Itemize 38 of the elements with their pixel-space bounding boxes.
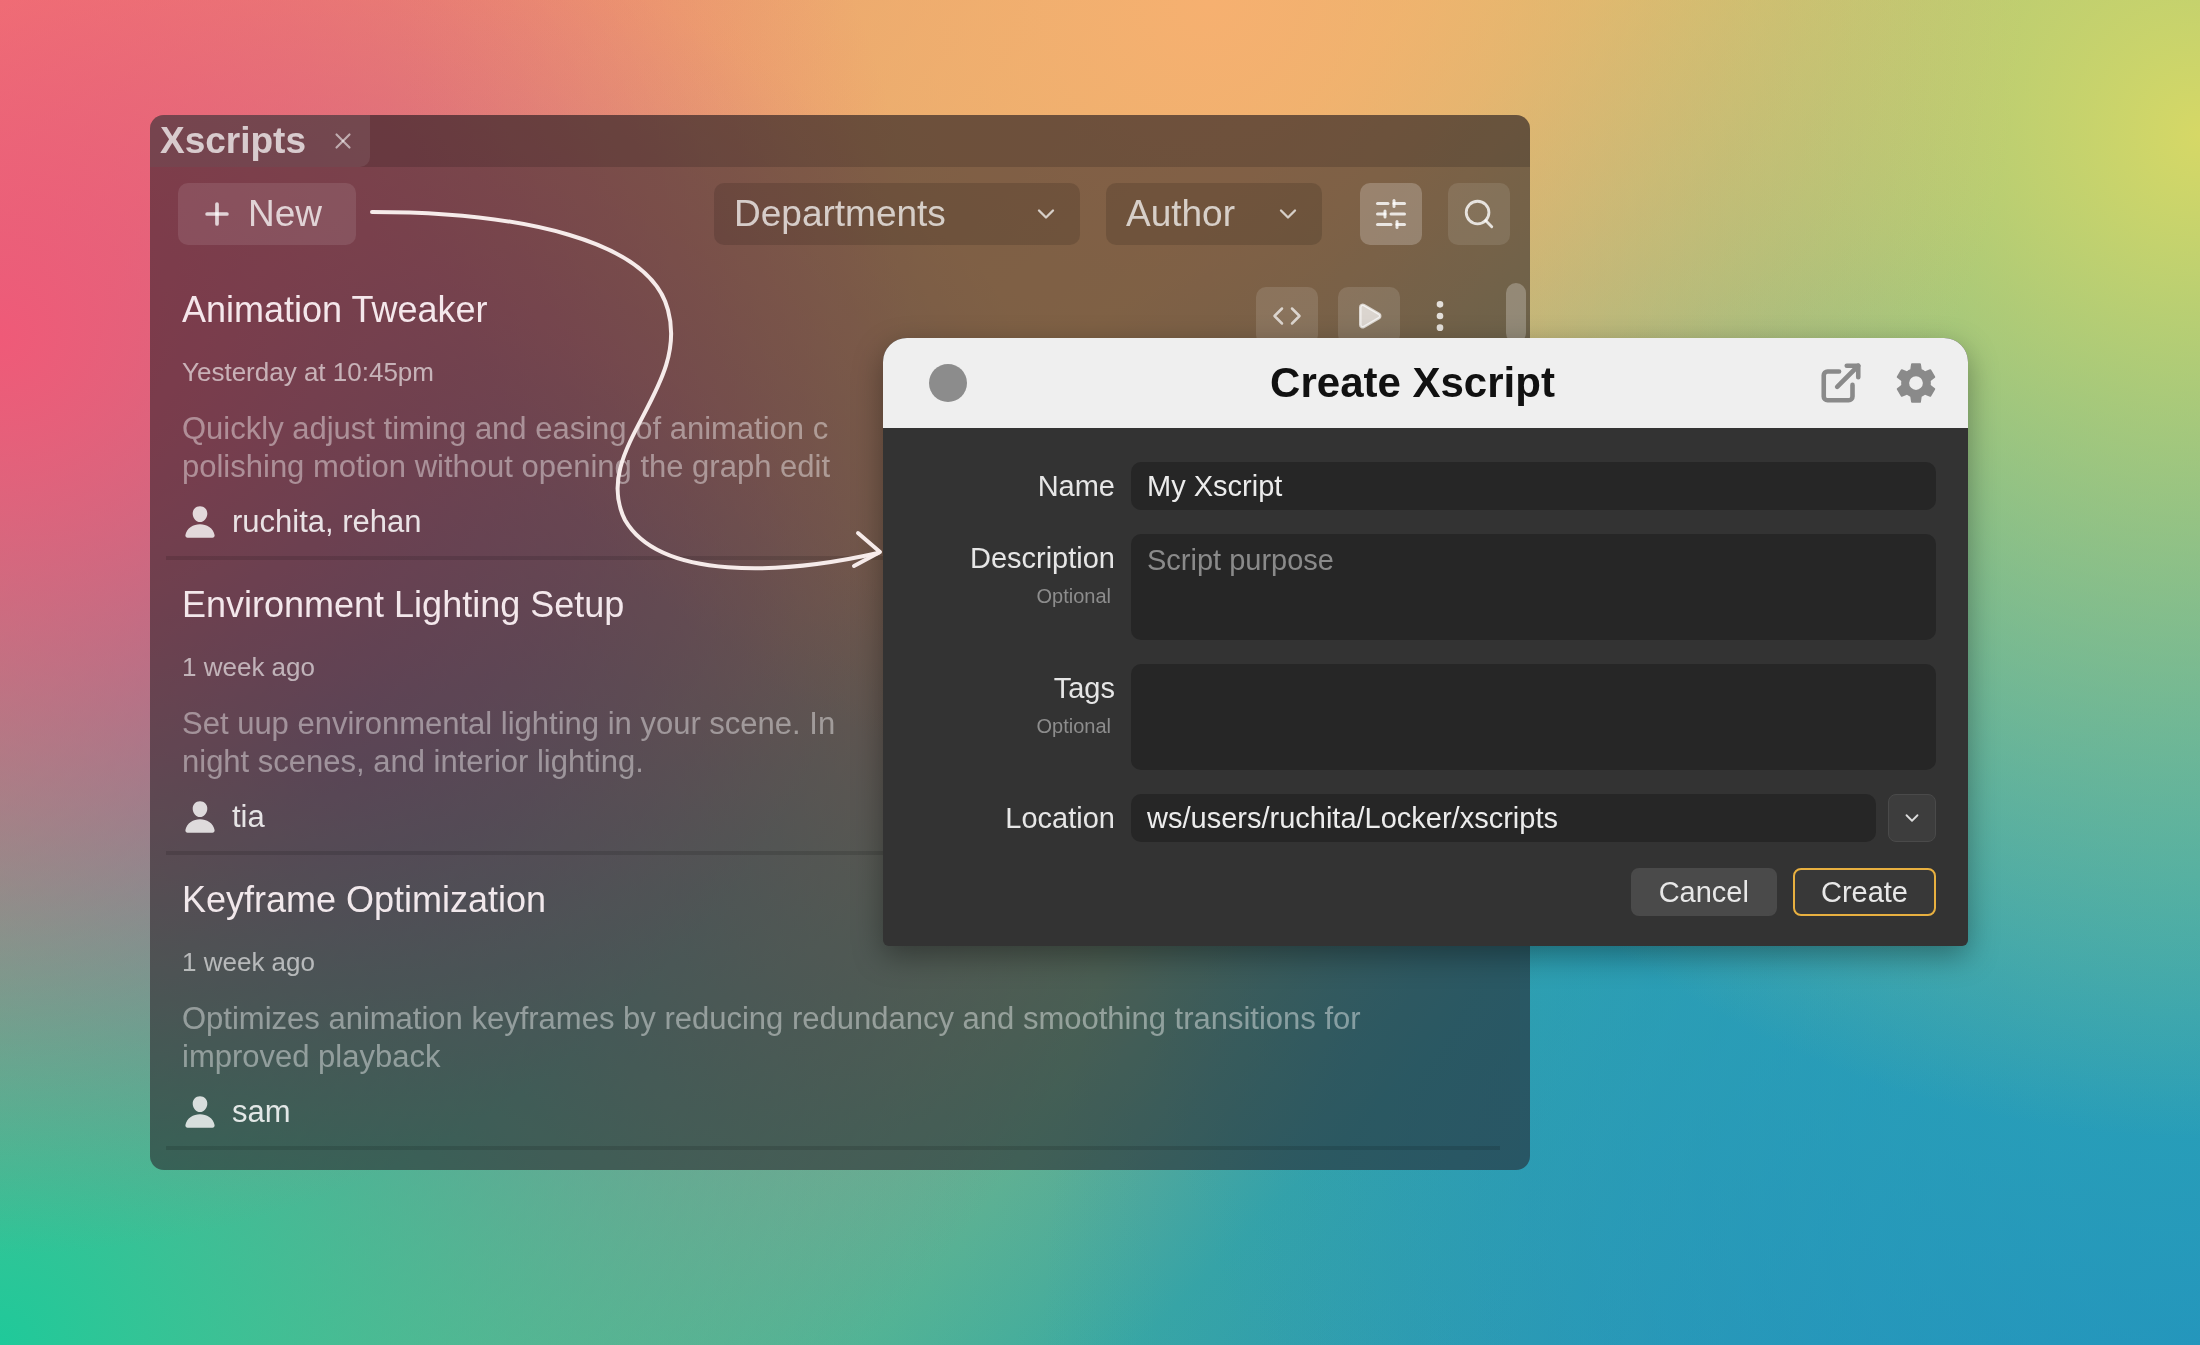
field-label: Tags <box>1053 672 1115 705</box>
script-authors: ruchita, rehan <box>232 504 422 540</box>
location-field[interactable]: ws/users/ruchita/Locker/xscripts <box>1131 794 1876 842</box>
sliders-icon <box>1373 196 1409 232</box>
script-title: Keyframe Optimization <box>182 879 547 921</box>
search-icon <box>1462 197 1496 231</box>
field-label: Location <box>1005 802 1115 835</box>
person-icon <box>182 504 218 540</box>
window-title: Xscripts <box>160 120 306 162</box>
optional-hint: Optional <box>1036 715 1111 738</box>
create-button[interactable]: Create <box>1792 868 1936 916</box>
field-label: Description <box>969 542 1115 575</box>
script-date: 1 week ago <box>182 652 315 683</box>
new-button[interactable]: New <box>178 183 357 245</box>
script-title: Animation Tweaker <box>182 289 488 331</box>
script-title: Environment Lighting Setup <box>182 584 625 626</box>
script-description: Optimizes animation keyframes by reducing redundancy and smoothing transitions for improved playback <box>182 1000 1361 1076</box>
search-button[interactable] <box>1448 183 1510 245</box>
window-dot-icon[interactable] <box>929 364 967 402</box>
person-icon <box>182 799 218 835</box>
optional-hint: Optional <box>1036 585 1111 608</box>
window-tab[interactable]: Xscripts <box>150 115 370 167</box>
settings-icon[interactable] <box>1894 361 1938 405</box>
filter-dropdown[interactable]: Departments <box>714 183 1080 245</box>
script-authors: sam <box>232 1094 291 1130</box>
filter-dropdown[interactable]: Author <box>1106 183 1322 245</box>
script-authors: tia <box>232 799 265 835</box>
external-link-icon[interactable] <box>1818 360 1864 406</box>
script-date: Yesterday at 10:45pm <box>182 357 434 388</box>
script-date: 1 week ago <box>182 947 315 978</box>
field-label: Name <box>1037 470 1115 503</box>
cancel-button[interactable]: Cancel <box>1630 868 1777 916</box>
name-field[interactable]: My Xscript <box>1131 462 1936 510</box>
dialog-title: Create Xscript <box>1269 359 1556 407</box>
filter-settings-button[interactable] <box>1360 183 1422 245</box>
person-icon <box>182 1094 218 1130</box>
text-area[interactable]: Script purpose <box>1131 534 1936 640</box>
script-description: Set uup environmental lighting in your scene. In night scenes, and interior lighting. <box>182 705 836 781</box>
